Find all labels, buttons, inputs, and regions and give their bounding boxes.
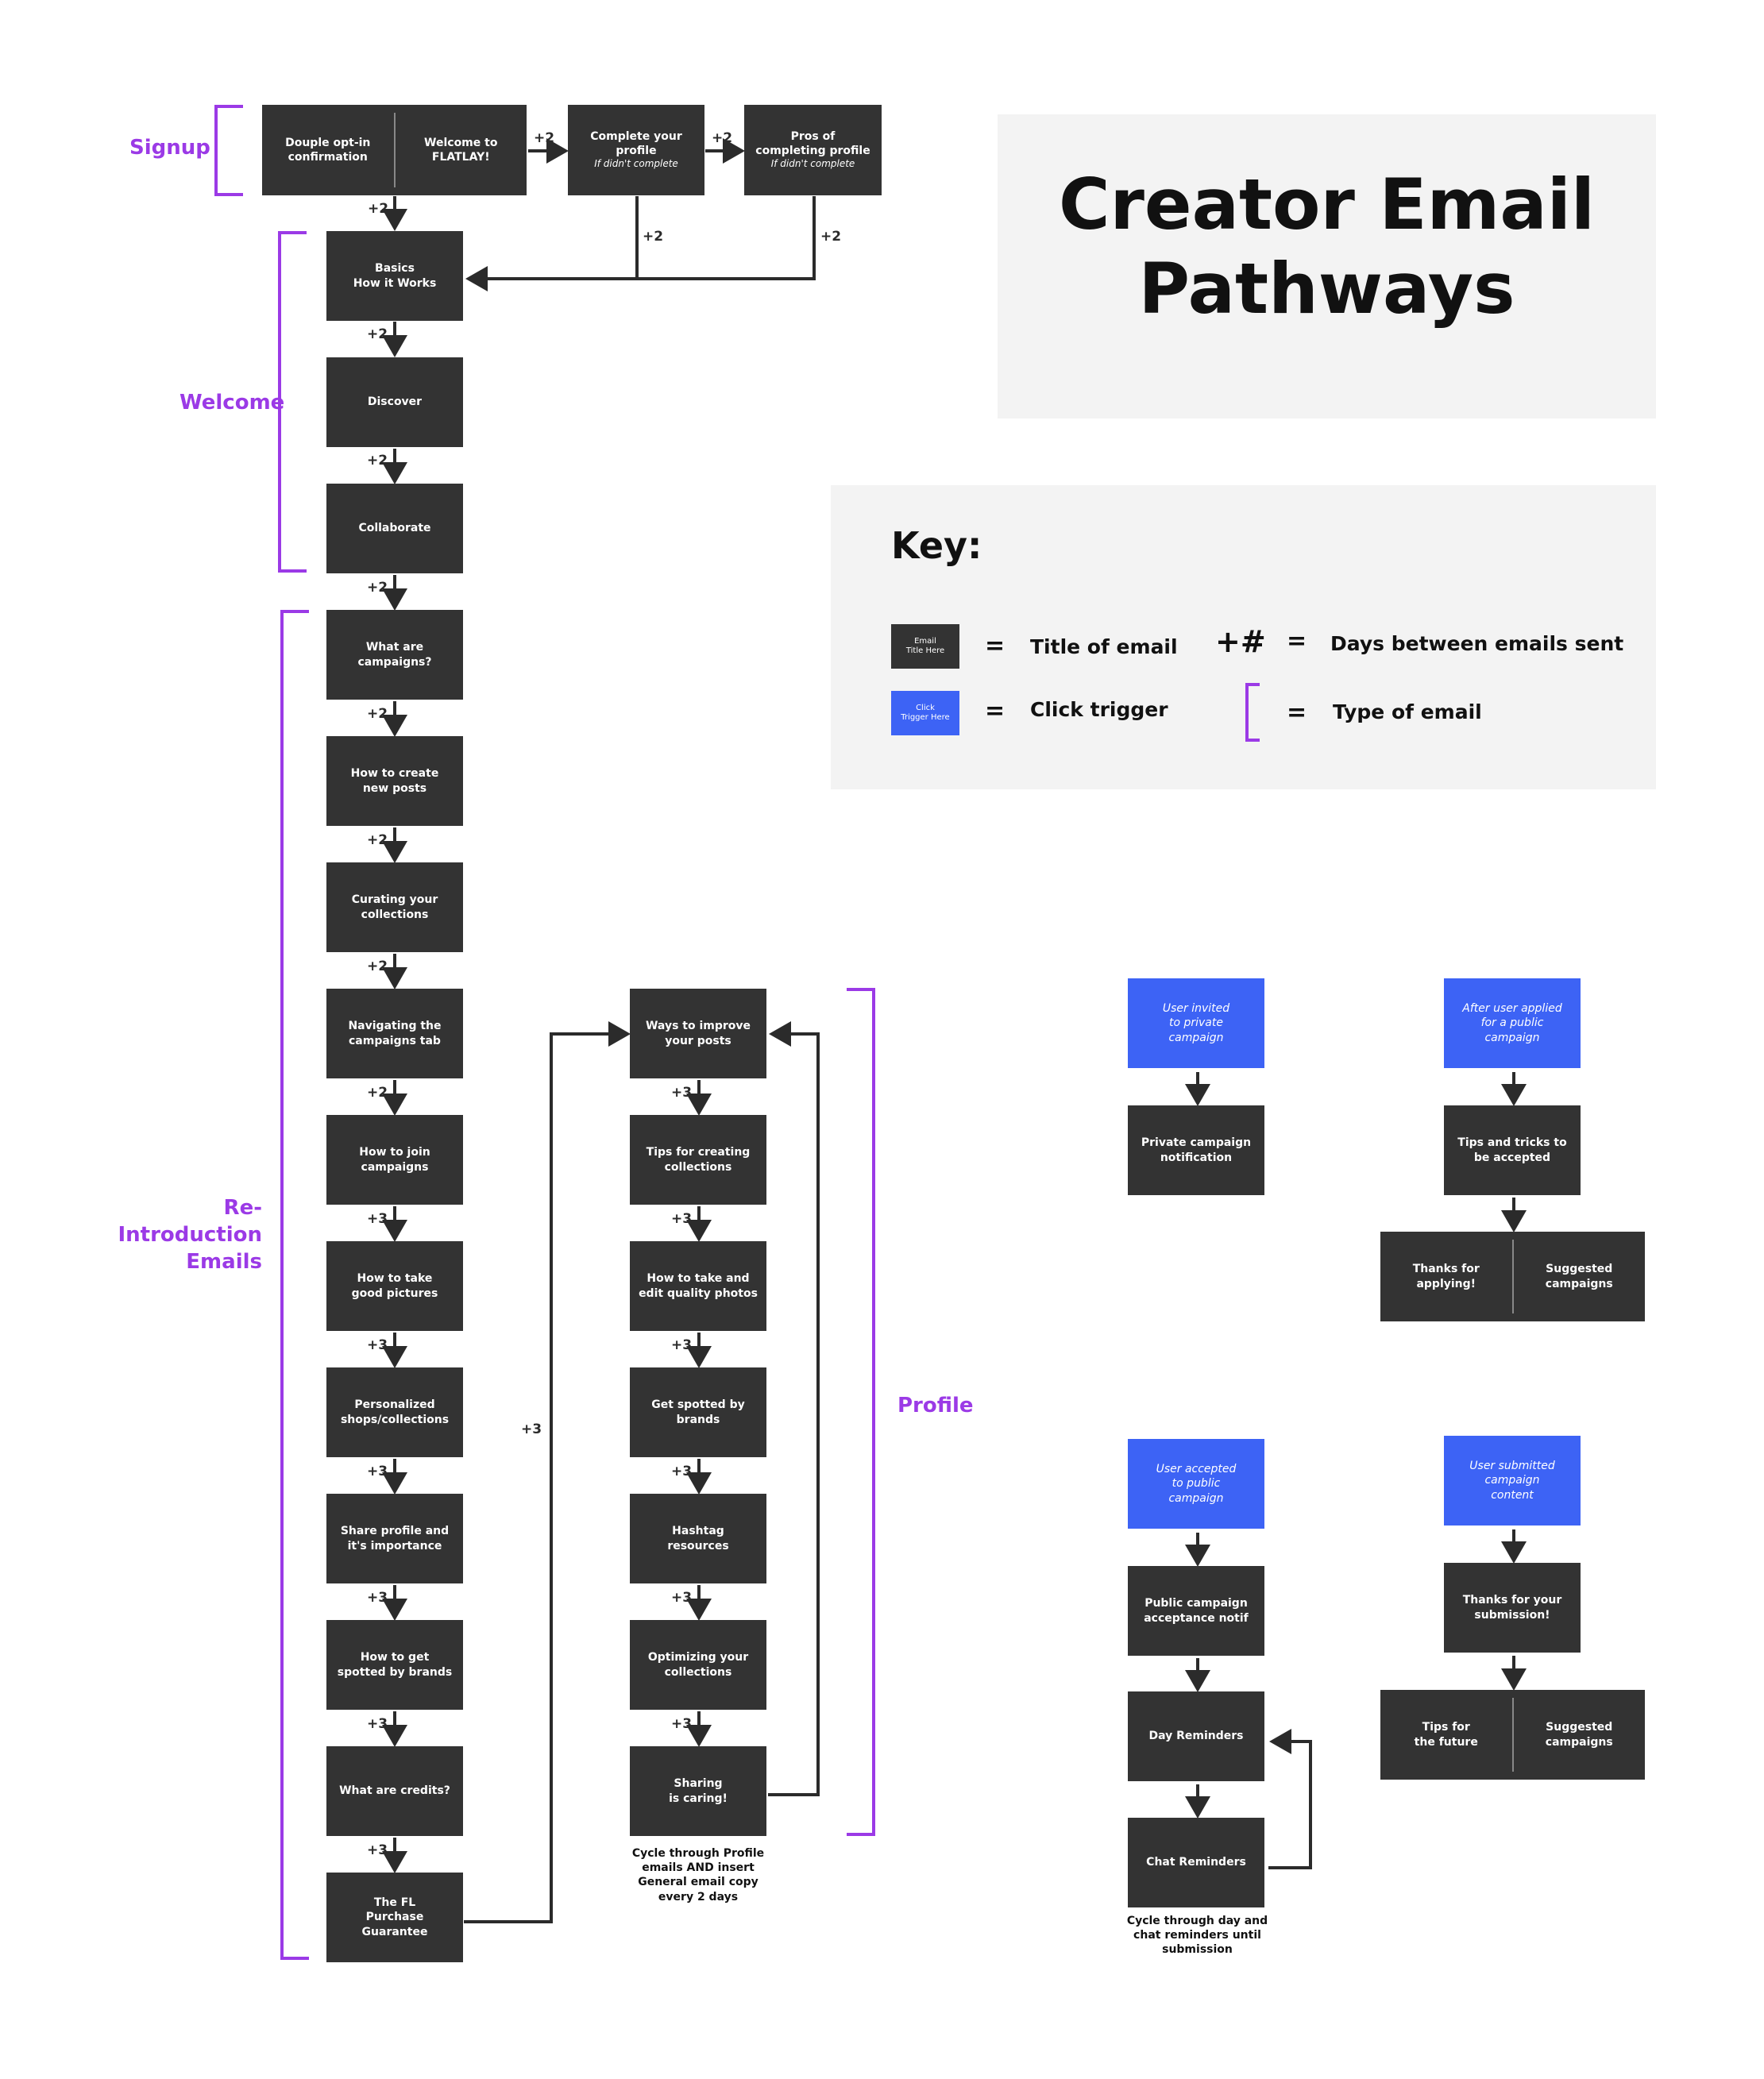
email-profile-5: Hashtag resources — [630, 1494, 766, 1583]
email-profile-3: How to take and edit quality photos — [630, 1241, 766, 1331]
email-day-reminders: Day Reminders — [1128, 1691, 1264, 1781]
gap-label: +3 — [367, 1211, 388, 1227]
section-label-reintro: Re-Introduction Emails — [118, 1196, 262, 1274]
email-welcome-flatlay: Welcome to FLATLAY! — [424, 136, 498, 164]
email-chat-reminders: Chat Reminders — [1128, 1818, 1264, 1907]
gap-label: +3 — [367, 1337, 388, 1353]
profile-bracket — [847, 988, 875, 1836]
gap-label: +2 — [367, 706, 388, 722]
section-label-profile: Profile — [897, 1394, 974, 1418]
key-click-swatch: Click Trigger Here — [891, 691, 959, 735]
email-tips-accepted: Tips and tricks to be accepted — [1444, 1105, 1581, 1195]
email-public-acceptance: Public campaign acceptance notif — [1128, 1566, 1264, 1656]
email-reintro-11: The FL Purchase Guarantee — [326, 1873, 463, 1962]
email-reintro-2: How to create new posts — [326, 736, 463, 826]
key-days-symbol: +# — [1215, 624, 1266, 659]
email-profile-2: Tips for creating collections — [630, 1115, 766, 1205]
trigger-private-invite: User invited to private campaign — [1128, 978, 1264, 1068]
email-pros-profile-title: Pros of completing profile — [755, 130, 870, 158]
key-equals: = — [1287, 699, 1307, 727]
email-pros-profile-condition: If didn't complete — [770, 158, 855, 170]
email-thanks-submission: Thanks for your submission! — [1444, 1563, 1581, 1653]
key-equals: = — [985, 632, 1006, 660]
email-basics: Basics How it Works — [326, 231, 463, 321]
email-reintro-7: Personalized shops/collections — [326, 1367, 463, 1457]
key-title-of-email: Title of email — [1030, 635, 1178, 658]
email-double-optin-welcome: Douple opt-in confirmation Welcome to FL… — [262, 105, 527, 195]
email-collaborate: Collaborate — [326, 484, 463, 573]
gap-label: +2 — [367, 1085, 388, 1101]
gap-label: +2 — [643, 229, 664, 245]
gap-label: +3 — [521, 1421, 542, 1437]
key-bracket-icon — [1245, 683, 1260, 742]
email-reintro-6: How to take good pictures — [326, 1241, 463, 1331]
email-reintro-9: How to get spotted by brands — [326, 1620, 463, 1710]
email-suggested-campaigns: Suggested campaigns — [1545, 1263, 1613, 1290]
gap-label: +3 — [367, 1590, 388, 1606]
gap-label: +2 — [368, 201, 389, 217]
key-email-swatch: Email Title Here — [891, 624, 959, 669]
gap-label: +2 — [367, 453, 388, 469]
key-equals: = — [985, 697, 1006, 725]
key-days-between: Days between emails sent — [1330, 632, 1624, 655]
email-reintro-3: Curating your collections — [326, 862, 463, 952]
email-tips-future: Tips for the future — [1414, 1721, 1478, 1749]
page-title: Creator Email Pathways — [1058, 164, 1596, 330]
gap-label: +2 — [367, 958, 388, 974]
profile-cycle-note: Cycle through Profile emails AND insert … — [631, 1847, 765, 1904]
gap-label: +3 — [671, 1211, 693, 1227]
gap-label: +3 — [367, 1464, 388, 1479]
gap-label: +3 — [671, 1590, 693, 1606]
trigger-submitted-content: User submitted campaign content — [1444, 1436, 1581, 1526]
section-label-welcome: Welcome — [179, 391, 285, 415]
email-complete-profile-title: Complete your profile — [590, 130, 682, 158]
section-label-signup: Signup — [129, 136, 210, 160]
email-complete-profile-condition: If didn't complete — [594, 158, 678, 170]
gap-label: +2 — [820, 229, 842, 245]
reminder-cycle-note: Cycle through day and chat reminders unt… — [1126, 1915, 1268, 1957]
email-reintro-4: Navigating the campaigns tab — [326, 989, 463, 1078]
gap-label: +3 — [671, 1716, 693, 1732]
reintro-bracket — [280, 610, 309, 1960]
email-reintro-1: What are campaigns? — [326, 610, 463, 700]
email-profile-1: Ways to improve your posts — [630, 989, 766, 1078]
email-double-optin: Douple opt-in confirmation — [285, 136, 371, 164]
gap-label: +3 — [671, 1085, 693, 1101]
email-reintro-8: Share profile and it's importance — [326, 1494, 463, 1583]
key-type-of-email: Type of email — [1333, 700, 1482, 723]
email-complete-profile: Complete your profile If didn't complete — [568, 105, 704, 195]
gap-label: +3 — [671, 1337, 693, 1353]
signup-bracket — [214, 105, 243, 196]
email-suggested-campaigns: Suggested campaigns — [1545, 1721, 1613, 1749]
email-profile-7: Sharing is caring! — [630, 1746, 766, 1836]
key-click-trigger: Click trigger — [1030, 698, 1168, 721]
email-discover: Discover — [326, 357, 463, 447]
email-thanks-applying: Thanks for applying! — [1412, 1263, 1480, 1290]
trigger-accepted-public: User accepted to public campaign — [1128, 1439, 1264, 1529]
email-private-notification: Private campaign notification — [1128, 1105, 1264, 1195]
email-thanks-applying-suggested: Thanks for applying! Suggested campaigns — [1380, 1232, 1645, 1321]
key-equals: = — [1287, 627, 1307, 655]
email-tips-future-suggested: Tips for the future Suggested campaigns — [1380, 1690, 1645, 1780]
gap-label: +2 — [367, 580, 388, 596]
welcome-bracket — [278, 231, 307, 573]
trigger-applied-public: After user applied for a public campaign — [1444, 978, 1581, 1068]
key-heading: Key: — [891, 524, 982, 567]
email-reintro-10: What are credits? — [326, 1746, 463, 1836]
email-pros-profile: Pros of completing profile If didn't com… — [744, 105, 882, 195]
gap-label: +2 — [712, 130, 733, 146]
gap-label: +3 — [671, 1464, 693, 1479]
gap-label: +2 — [534, 130, 555, 146]
gap-label: +3 — [367, 1716, 388, 1732]
gap-label: +2 — [367, 326, 388, 342]
gap-label: +3 — [367, 1842, 388, 1858]
gap-label: +2 — [367, 832, 388, 848]
email-profile-4: Get spotted by brands — [630, 1367, 766, 1457]
email-profile-6: Optimizing your collections — [630, 1620, 766, 1710]
email-reintro-5: How to join campaigns — [326, 1115, 463, 1205]
